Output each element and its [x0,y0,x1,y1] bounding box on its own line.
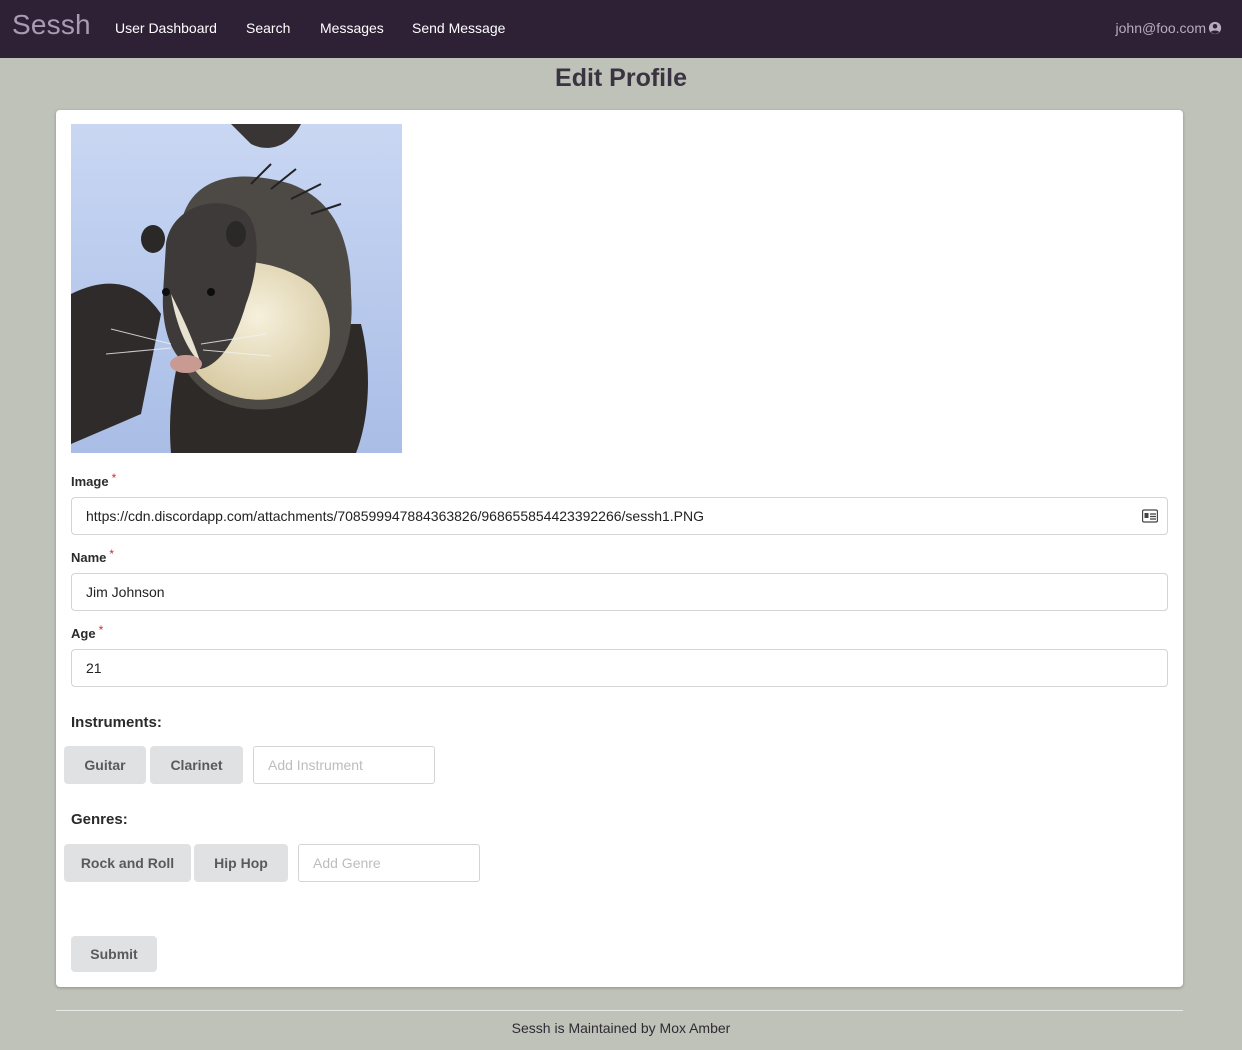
profile-photo [71,124,402,453]
age-value: 21 [86,660,102,676]
footer-text: Sessh is Maintained by Mox Amber [511,1020,731,1036]
name-label-text: Name [71,550,107,565]
genre-chip[interactable]: Hip Hop [194,844,288,882]
image-label: Image * [71,471,117,489]
required-mark: * [98,623,104,637]
name-value: Jim Johnson [86,584,165,600]
profile-photo-image [71,124,402,453]
footer-divider [56,1010,1183,1011]
age-label: Age * [71,623,104,641]
instruments-title: Instruments: [71,714,162,731]
nav-messages[interactable]: Messages [320,20,384,36]
nav-search[interactable]: Search [246,20,290,36]
id-card-icon [1142,509,1158,523]
submit-button[interactable]: Submit [71,936,157,972]
nav-send-message[interactable]: Send Message [412,20,505,36]
add-genre-input[interactable]: Add Genre [298,844,480,882]
genres-title: Genres: [71,811,128,828]
top-navbar: Sessh User Dashboard Search Messages Sen… [0,0,1242,58]
brand-logo[interactable]: Sessh [12,9,91,41]
user-email: john@foo.com [1115,20,1206,36]
user-circle-icon [1208,21,1222,35]
genre-chip[interactable]: Rock and Roll [64,844,191,882]
profile-form-card: Image * https://cdn.discordapp.com/attach… [56,110,1183,987]
image-label-text: Image [71,474,109,489]
image-url-field[interactable]: https://cdn.discordapp.com/attachments/7… [71,497,1168,535]
required-mark: * [111,471,117,485]
instrument-chip[interactable]: Guitar [64,746,146,784]
name-field[interactable]: Jim Johnson [71,573,1168,611]
required-mark: * [109,547,115,561]
page-title: Edit Profile [555,64,687,92]
image-url-value: https://cdn.discordapp.com/attachments/7… [86,508,705,524]
add-instrument-input[interactable]: Add Instrument [253,746,435,784]
nav-user-dashboard[interactable]: User Dashboard [115,20,217,36]
age-field[interactable]: 21 [71,649,1168,687]
user-menu[interactable]: john@foo.com [1116,20,1222,36]
name-label: Name * [71,547,115,565]
age-label-text: Age [71,626,96,641]
instrument-chip[interactable]: Clarinet [150,746,243,784]
